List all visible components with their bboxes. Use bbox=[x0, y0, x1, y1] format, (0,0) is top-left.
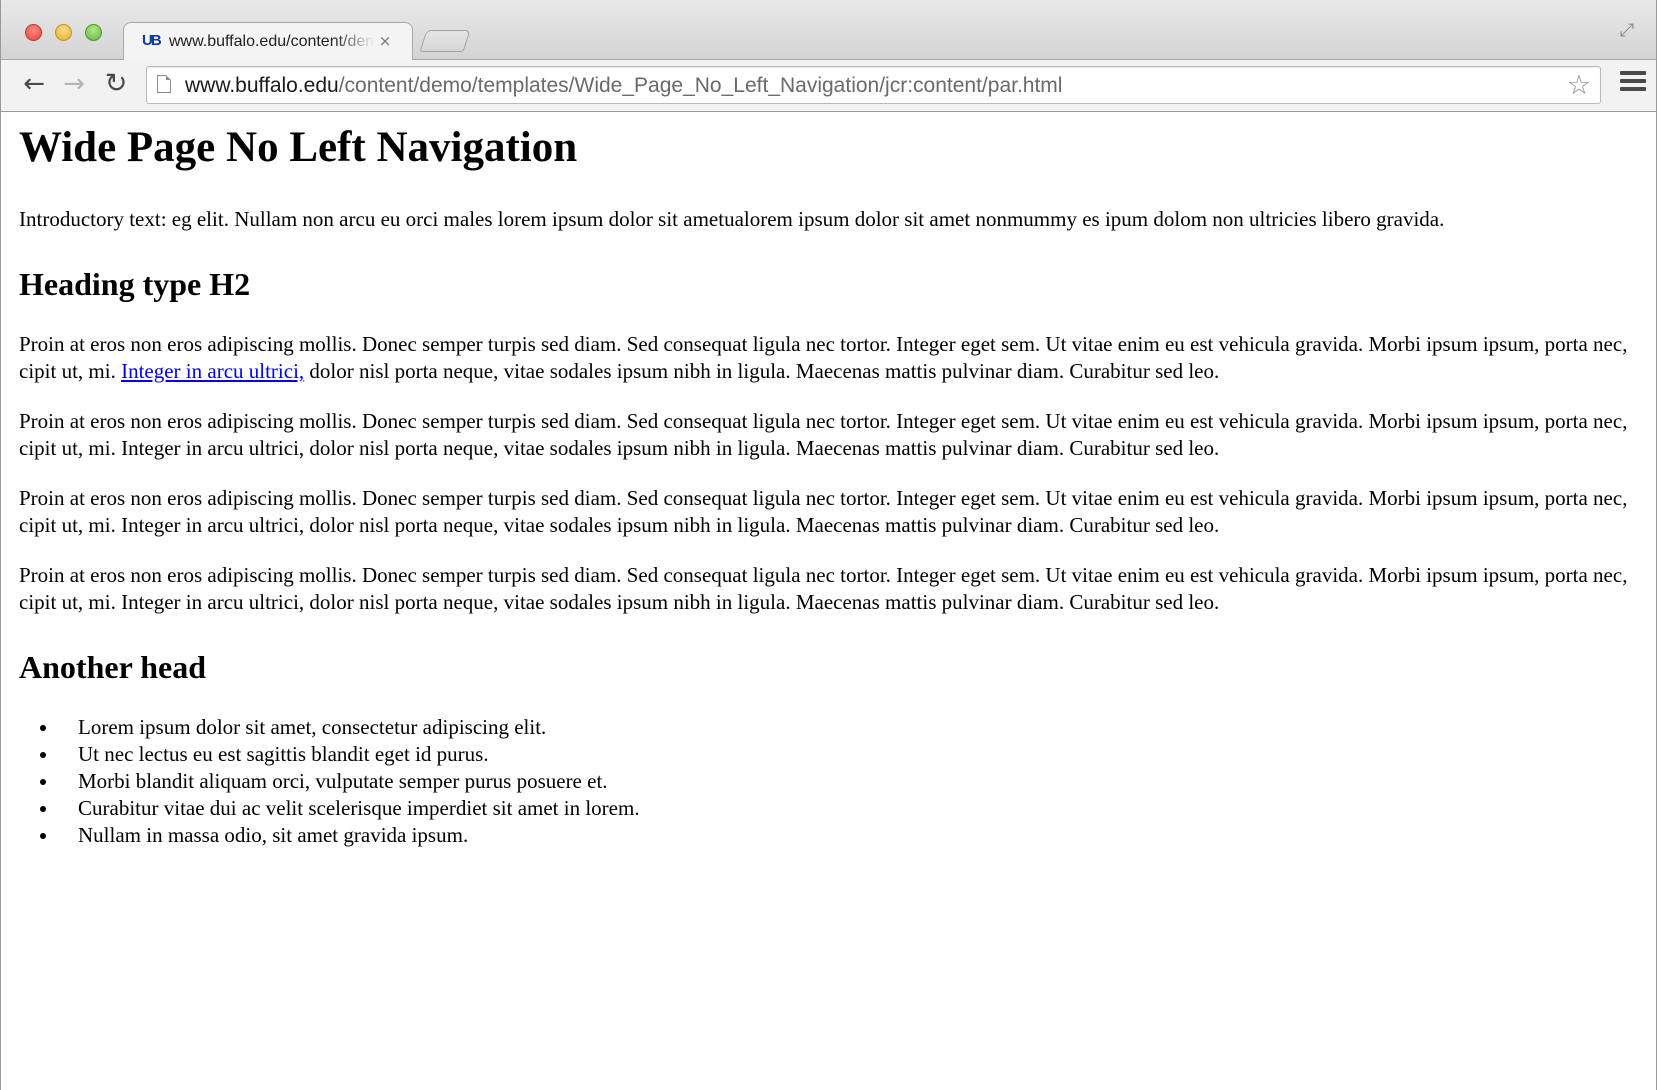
list-item: Nullam in massa odio, sit amet gravida i… bbox=[59, 822, 1639, 849]
page-icon bbox=[157, 75, 171, 93]
url-text[interactable]: www.buffalo.edu/content/demo/templates/W… bbox=[185, 73, 1062, 99]
paragraph-with-link: Proin at eros non eros adipiscing mollis… bbox=[19, 331, 1639, 385]
close-icon[interactable]: × bbox=[376, 31, 394, 51]
tab-active[interactable]: UB www.buffalo.edu/content/demo/template… bbox=[123, 22, 413, 60]
heading-another: Another head bbox=[19, 649, 206, 685]
url-host: www.buffalo.edu bbox=[185, 74, 339, 97]
list-item: Ut nec lectus eu est sagittis blandit eg… bbox=[59, 741, 1639, 768]
tab-title: www.buffalo.edu/content/demo/templates/W… bbox=[169, 33, 374, 50]
bullet-list: Lorem ipsum dolor sit amet, consectetur … bbox=[19, 714, 1639, 849]
minimize-window-button[interactable] bbox=[55, 24, 72, 41]
address-bar[interactable]: www.buffalo.edu/content/demo/templates/W… bbox=[146, 66, 1601, 104]
page-content: Wide Page No Left Navigation Introductor… bbox=[19, 112, 1639, 1082]
tab-strip: UB www.buffalo.edu/content/demo/template… bbox=[1, 0, 1656, 60]
heading-h2: Heading type H2 bbox=[19, 266, 251, 302]
star-icon[interactable]: ☆ bbox=[1564, 71, 1594, 101]
paragraph: Proin at eros non eros adipiscing mollis… bbox=[19, 409, 1628, 460]
list-item: Lorem ipsum dolor sit amet, consectetur … bbox=[59, 714, 1639, 741]
fullscreen-icon[interactable]: ⤢ bbox=[1616, 20, 1638, 42]
intro-text: Introductory text: eg elit. Nullam non a… bbox=[19, 207, 1445, 231]
forward-arrow-icon[interactable]: → bbox=[59, 69, 89, 99]
ub-logo-icon: UB bbox=[142, 32, 160, 49]
inline-link[interactable]: Integer in arcu ultrici, bbox=[121, 359, 304, 383]
browser-toolbar: ← → ↻ www.buffalo.edu/content/demo/templ… bbox=[1, 60, 1656, 112]
list-item: Morbi blandit aliquam orci, vulputate se… bbox=[59, 768, 1639, 795]
reload-icon[interactable]: ↻ bbox=[101, 69, 131, 99]
close-window-button[interactable] bbox=[25, 24, 42, 41]
paragraph-text: dolor nisl porta neque, vitae sodales ip… bbox=[304, 359, 1220, 383]
paragraph: Proin at eros non eros adipiscing mollis… bbox=[19, 486, 1628, 537]
page-title: Wide Page No Left Navigation bbox=[19, 124, 578, 171]
browser-window: UB www.buffalo.edu/content/demo/template… bbox=[0, 0, 1657, 1090]
new-tab-button[interactable] bbox=[419, 30, 471, 52]
paragraph: Proin at eros non eros adipiscing mollis… bbox=[19, 563, 1628, 614]
zoom-window-button[interactable] bbox=[85, 24, 102, 41]
list-item: Curabitur vitae dui ac velit scelerisque… bbox=[59, 795, 1639, 822]
url-path: /content/demo/templates/Wide_Page_No_Lef… bbox=[338, 74, 1063, 97]
back-arrow-icon[interactable]: ← bbox=[19, 69, 49, 99]
hamburger-menu-icon[interactable] bbox=[1620, 71, 1646, 97]
